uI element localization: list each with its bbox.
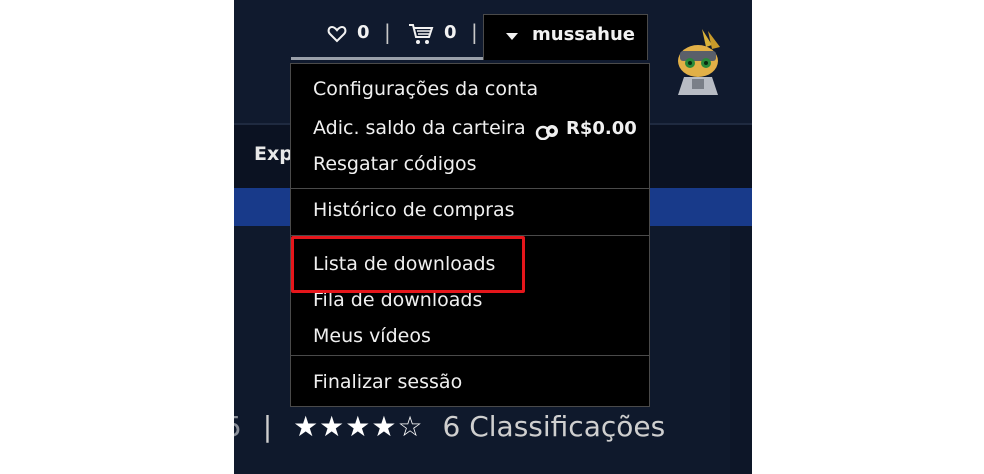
avatar[interactable]	[666, 27, 732, 97]
separator: |	[384, 20, 391, 44]
wallet-balance: R$0.00	[566, 118, 637, 139]
highlight-annotation	[291, 236, 525, 293]
menu-divider	[291, 355, 649, 356]
wishlist-count: 0	[357, 22, 370, 43]
menu-item-account-settings[interactable]: Configurações da conta	[313, 78, 538, 100]
user-menu-button[interactable]: mussahue	[483, 14, 648, 60]
wallet-icon	[535, 125, 558, 140]
menu-item-add-funds[interactable]: Adic. saldo da carteira	[313, 117, 526, 139]
topbar-underline	[291, 57, 484, 60]
rating-row: 5 | ★★★★☆ 6 Classificações	[234, 410, 665, 443]
account-dropdown-menu: Configurações da conta Adic. saldo da ca…	[290, 63, 650, 407]
star-rating-icon: ★★★★☆	[293, 410, 424, 443]
menu-item-redeem-codes[interactable]: Resgatar códigos	[313, 153, 477, 175]
heart-icon[interactable]	[327, 24, 347, 44]
menu-divider	[291, 188, 649, 189]
cart-icon[interactable]	[408, 23, 434, 45]
rating-count: 6 Classificações	[442, 410, 666, 443]
cart-count: 0	[444, 22, 457, 43]
menu-item-purchase-history[interactable]: Histórico de compras	[313, 199, 515, 221]
nav-item-explore[interactable]: Exp	[254, 143, 293, 165]
separator: |	[471, 20, 478, 44]
rating-value: 5	[234, 410, 242, 443]
caret-down-icon	[506, 33, 518, 40]
menu-item-sign-out[interactable]: Finalizar sessão	[313, 371, 462, 393]
separator: |	[262, 410, 273, 443]
username: mussahue	[532, 24, 635, 45]
menu-item-my-videos[interactable]: Meus vídeos	[313, 325, 431, 347]
